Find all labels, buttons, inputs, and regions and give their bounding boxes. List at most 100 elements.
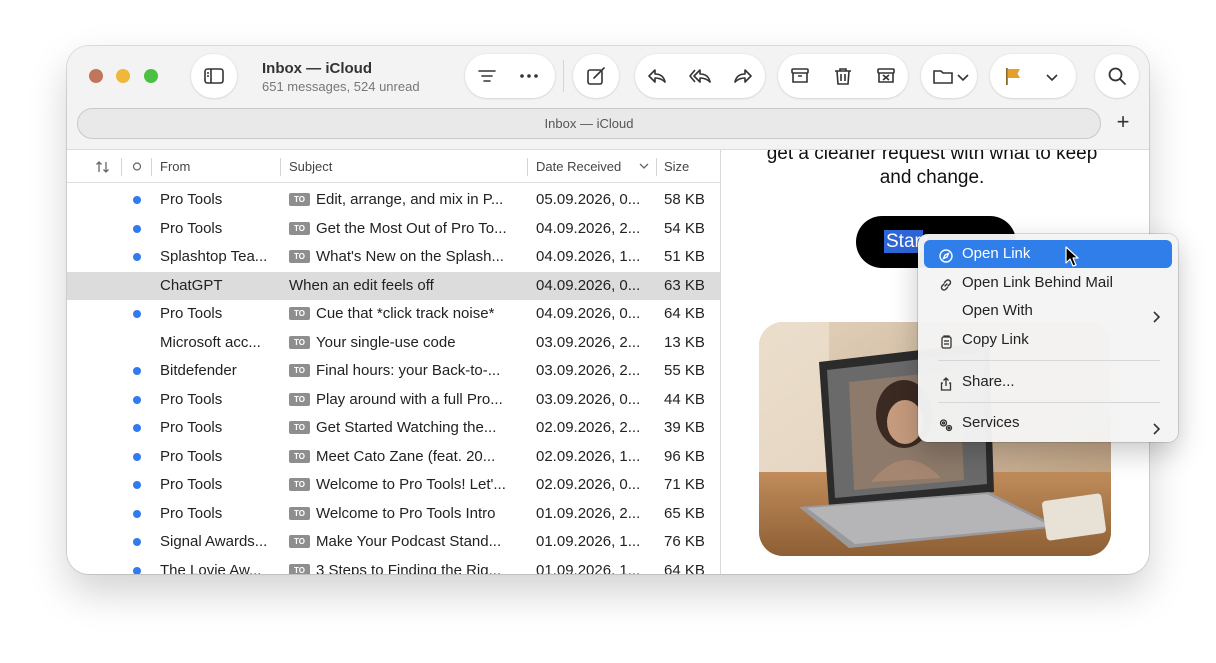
row-from: Bitdefender	[160, 362, 237, 379]
flag-button[interactable]	[993, 56, 1033, 96]
table-row[interactable]: Bitdefender TO Final hours: your Back-to-.…	[67, 357, 720, 385]
to-badge: TO	[289, 535, 310, 548]
row-from: Pro Tools	[160, 504, 223, 522]
table-row[interactable]: Pro Tools TO Welcome to Pro Tools! Let'...…	[67, 471, 720, 499]
close-window-button[interactable]	[89, 69, 103, 83]
row-size: 65 KB	[664, 504, 705, 522]
forward-icon	[734, 69, 752, 83]
reply-all-button[interactable]	[680, 56, 720, 96]
menu-item-label: Open With	[962, 302, 1033, 319]
table-row[interactable]: Signal Awards... TO Make Your Podcast Stan…	[67, 528, 720, 556]
to-badge: TO	[289, 449, 310, 463]
row-date: 01.09.2026, 2...	[536, 504, 641, 522]
tab-inbox[interactable]: Inbox — iCloud	[77, 108, 1101, 139]
table-row[interactable]: Pro Tools TO Get the Most Out of Pro To...…	[67, 215, 720, 243]
sort-icon[interactable]	[95, 150, 111, 183]
compose-button[interactable]	[573, 54, 619, 98]
flag-group	[990, 54, 1076, 98]
move-to-button[interactable]	[921, 54, 977, 98]
archive-delete-group	[778, 54, 908, 98]
column-date-received[interactable]: Date Received	[536, 150, 621, 183]
sidebar-icon	[194, 56, 234, 96]
more-button[interactable]	[509, 56, 549, 96]
link-context-menu: Open Link Open Link Behind Mail Open Wit…	[918, 234, 1178, 442]
row-subject: Play around with a full Pro...	[316, 390, 503, 408]
table-row[interactable]: Splashtop Tea... TO What's New on the Spla…	[67, 243, 720, 271]
to-badge: TO	[289, 307, 310, 320]
reply-button[interactable]	[637, 56, 677, 96]
menu-item-label: Open Link Behind Mail	[962, 274, 1113, 291]
row-from: Pro Tools	[160, 219, 223, 237]
column-size[interactable]: Size	[664, 150, 689, 183]
table-row[interactable]: ChatGPT When an edit feels off 04.09.2026,…	[67, 271, 720, 300]
unread-dot	[133, 367, 141, 375]
row-from: Pro Tools	[160, 447, 223, 465]
new-tab-button[interactable]: +	[1110, 110, 1136, 136]
flag-menu-chevron-icon[interactable]	[1046, 70, 1058, 88]
menu-item-label: Copy Link	[962, 331, 1029, 348]
row-size: 63 KB	[664, 276, 705, 294]
column-from[interactable]: From	[160, 150, 190, 183]
email-line-2: and change.	[879, 167, 985, 188]
column-subject[interactable]: Subject	[289, 150, 332, 183]
trash-icon	[835, 68, 851, 85]
reply-icon	[648, 69, 666, 83]
menu-item-share[interactable]: Share...	[924, 368, 1172, 396]
menu-item-services[interactable]: Services	[924, 409, 1172, 437]
row-date: 01.09.2026, 1...	[536, 533, 641, 550]
table-row[interactable]: Pro Tools TO Get Started Watching the... 02…	[67, 414, 720, 442]
row-date: 02.09.2026, 0...	[536, 476, 641, 493]
table-row[interactable]: Pro Tools TO Welcome to Pro Tools Intro 01.…	[67, 500, 720, 528]
minimize-window-button[interactable]	[116, 69, 130, 83]
to-badge: TO	[289, 193, 310, 206]
filter-icon	[478, 70, 496, 82]
filter-button[interactable]	[467, 56, 507, 96]
to-badge: TO	[289, 421, 310, 434]
menu-item-open-with[interactable]: Open With	[924, 297, 1172, 325]
unread-column-icon[interactable]	[131, 150, 143, 183]
sidebar-toggle-button[interactable]	[191, 54, 237, 98]
row-date: 03.09.2026, 2...	[536, 333, 641, 351]
table-row[interactable]: Pro Tools TO Play around with a full Pro..…	[67, 386, 720, 414]
table-row[interactable]: Pro Tools TO Meet Cato Zane (feat. 20... 02…	[67, 443, 720, 471]
table-row[interactable]: Pro Tools TO Cue that *click track noise* 0…	[67, 300, 720, 328]
search-button[interactable]	[1095, 54, 1139, 98]
zoom-window-button[interactable]	[144, 69, 158, 83]
to-badge: TO	[289, 392, 310, 406]
unread-dot	[133, 481, 141, 489]
table-row[interactable]: Microsoft acc... TO Your single-use code 03…	[67, 329, 720, 357]
unread-dot	[133, 224, 141, 233]
menu-item-copy-link[interactable]: Copy Link	[924, 326, 1172, 354]
row-size: 64 KB	[664, 561, 705, 575]
sort-chevron-icon	[639, 150, 649, 183]
window-title: Inbox — iCloud	[262, 60, 372, 77]
archive-button[interactable]	[780, 56, 820, 96]
row-from: Pro Tools	[160, 419, 223, 436]
row-subject: Get Started Watching the...	[316, 419, 497, 436]
to-badge: TO	[289, 364, 310, 377]
menu-item-label: Share...	[962, 373, 1015, 390]
row-date: 02.09.2026, 2...	[536, 419, 641, 436]
message-list: From Subject Date Received Size Pro Tool…	[67, 150, 721, 574]
forward-button[interactable]	[723, 56, 763, 96]
table-row[interactable]: The Lovie Aw... TO 3 Steps to Finding the …	[67, 557, 720, 575]
link-icon	[938, 275, 954, 291]
table-row[interactable]: Pro Tools TO Edit, arrange, and mix in P..…	[67, 186, 720, 214]
unread-dot	[133, 452, 141, 461]
unread-dot	[133, 538, 141, 546]
row-size: 96 KB	[664, 447, 705, 465]
delete-button[interactable]	[823, 56, 863, 96]
ellipsis-icon	[520, 74, 538, 78]
email-body-text: get a cleaner request with what to keep …	[722, 150, 1142, 190]
junk-button[interactable]	[866, 56, 906, 96]
row-date: 04.09.2026, 1...	[536, 248, 641, 265]
menu-item-open-link[interactable]: Open Link	[924, 240, 1172, 268]
archive-icon	[791, 68, 809, 83]
copy-icon	[938, 332, 954, 349]
row-subject: Final hours: your Back-to-...	[316, 362, 501, 379]
menu-item-open-link-behind-mail[interactable]: Open Link Behind Mail	[924, 269, 1172, 297]
row-subject: Cue that *click track noise*	[316, 305, 495, 322]
window-subtitle: 651 messages, 524 unread	[262, 79, 420, 94]
row-date: 03.09.2026, 2...	[536, 362, 641, 379]
row-subject: 3 Steps to Finding the Rig...	[316, 561, 502, 575]
